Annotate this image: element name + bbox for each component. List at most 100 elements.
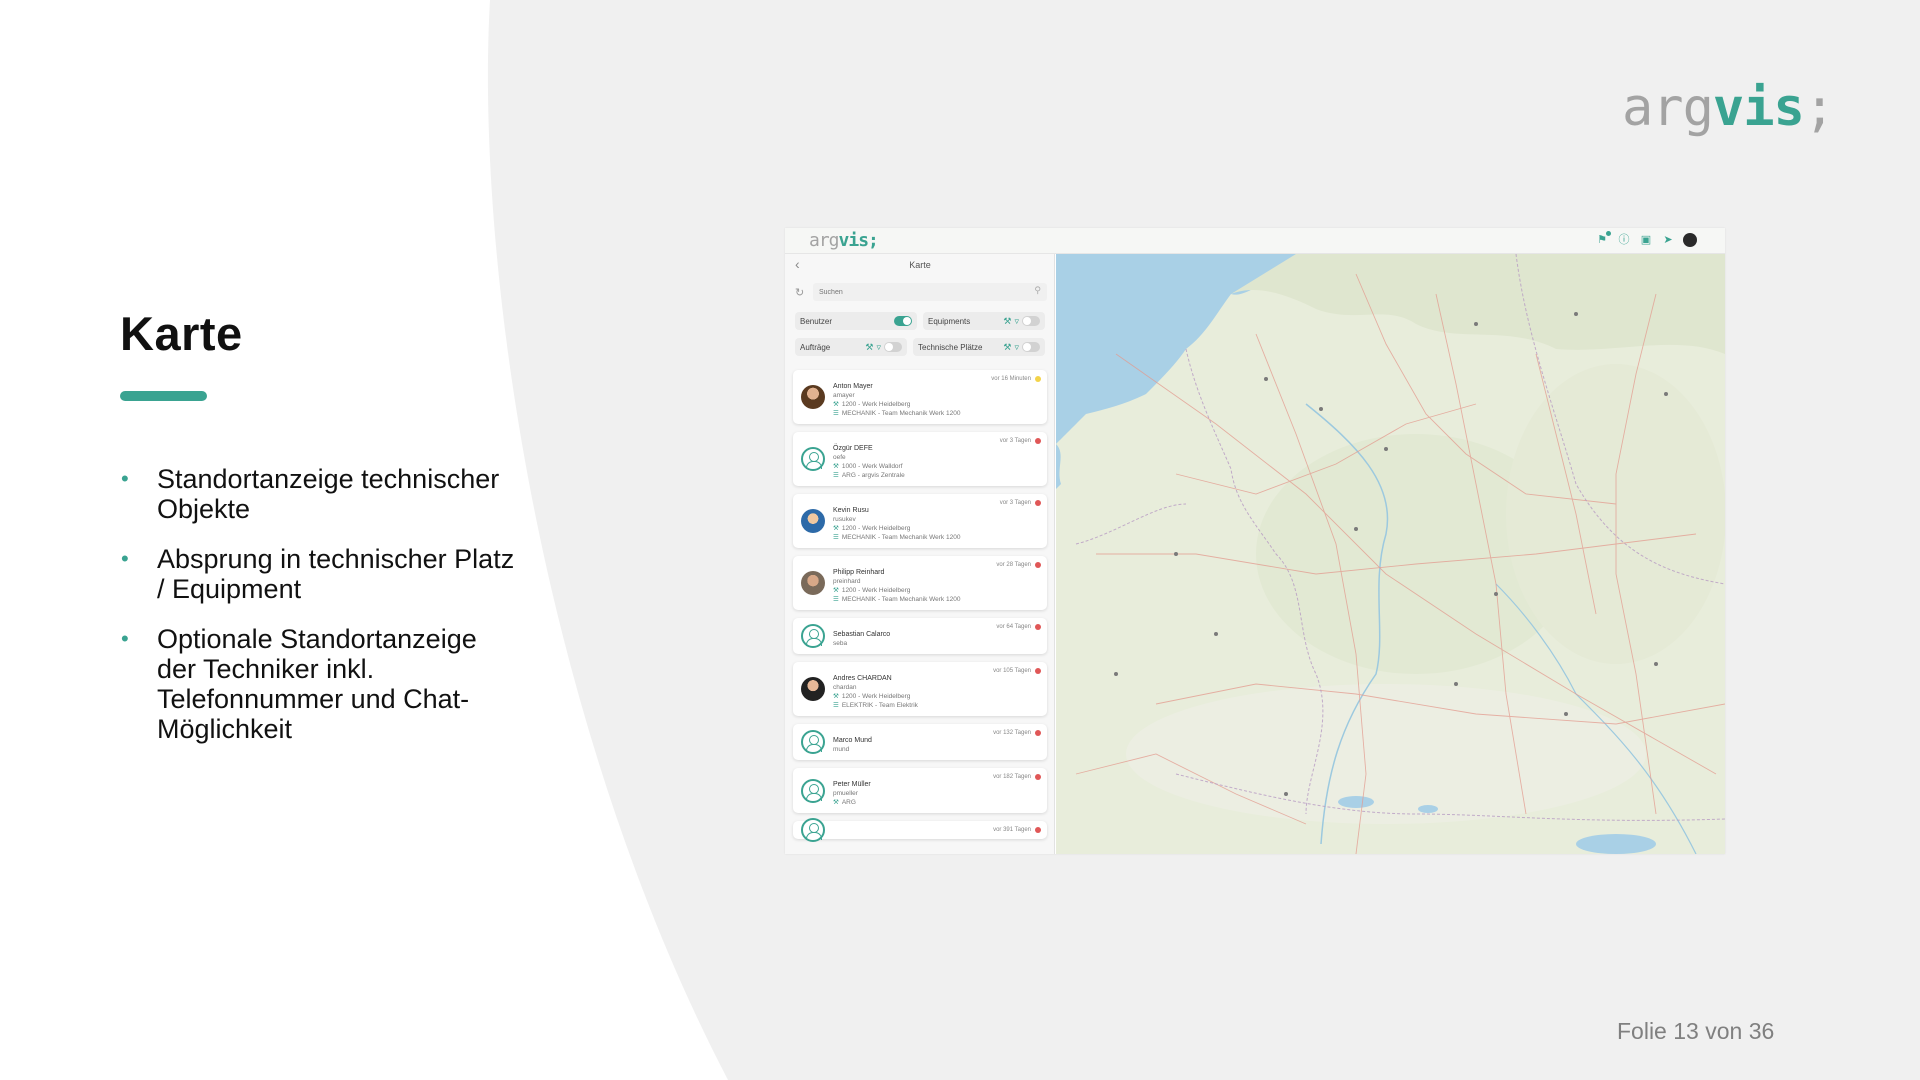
bullet-dot-icon: • <box>121 466 129 491</box>
status-dot <box>1035 774 1041 780</box>
filter-icon: ▿ <box>1014 341 1019 352</box>
status-dot <box>1035 668 1041 674</box>
last-seen: vor 105 Tagen <box>993 668 1031 674</box>
status-dot <box>1035 438 1041 444</box>
team-icon: ☰ <box>833 702 839 709</box>
toggle-switch[interactable] <box>894 316 912 326</box>
avatar <box>801 778 825 803</box>
last-seen: vor 64 Tagen <box>996 624 1031 630</box>
status-dot <box>1035 562 1041 568</box>
last-seen: vor 182 Tagen <box>993 774 1031 780</box>
status-dot <box>1035 624 1041 630</box>
toggle-switch[interactable] <box>884 342 902 352</box>
status-dot <box>1035 827 1041 833</box>
bullet-dot-icon: • <box>121 546 129 571</box>
avatar <box>801 571 825 595</box>
toggle-row-1: Benutzer Equipments ⚒ ▿ <box>795 312 1045 330</box>
user-plant: 1200 - Werk Heidelberg <box>841 401 911 408</box>
user-plant: 1000 - Werk Walldorf <box>841 463 903 470</box>
bell-icon[interactable]: ⚑ <box>1595 231 1611 247</box>
status-dot <box>1035 500 1041 506</box>
help-icon[interactable]: ⓘ <box>1617 233 1631 247</box>
wrench-icon: ⚒ <box>1003 341 1012 352</box>
plant-icon: ⚒ <box>833 463 839 470</box>
user-name: Marco Mund <box>833 737 872 744</box>
header-icons: ⚑ ⓘ ▣ ➤ <box>1595 231 1697 247</box>
user-list: vor 16 Minuten Anton Mayer amayer ⚒ 1200 - W… <box>793 370 1047 847</box>
user-avatar[interactable] <box>1683 233 1697 247</box>
map-sidebar: ‹ Karte ↻ ⚲ Benutzer Equipments ⚒▿ Auftr… <box>785 254 1055 854</box>
user-name: Peter Müller <box>833 781 871 788</box>
user-name: Anton Mayer <box>833 383 873 390</box>
status-dot <box>1035 376 1041 382</box>
wrench-icon: ⚒ <box>1003 315 1012 326</box>
team-icon: ☰ <box>833 472 839 479</box>
user-login: oefe <box>833 454 846 461</box>
refresh-icon[interactable]: ↻ <box>795 286 813 299</box>
user-login: pmueller <box>833 790 858 797</box>
toggle-switch[interactable] <box>1022 316 1040 326</box>
bullet-item: • Absprung in technischer Platz / Equipme… <box>121 544 515 604</box>
user-team: MECHANIK - Team Mechanik Werk 1200 <box>841 410 961 417</box>
user-name: Andres CHARDAN <box>833 675 892 682</box>
user-card[interactable]: vor 391 Tagen <box>793 818 1047 842</box>
search-bar: ↻ ⚲ <box>795 282 1047 302</box>
toggle-row-2: Aufträge ⚒ ▿ Technische Plätze ⚒ ▿ <box>795 338 1045 356</box>
user-team: ARG - argvis Zentrale <box>841 472 905 479</box>
map-view[interactable] <box>1056 254 1725 854</box>
user-card[interactable]: vor 3 Tagen Kevin Rusu rusukev ⚒ 1200 - Werk… <box>793 494 1047 548</box>
plant-icon: ⚒ <box>833 401 839 408</box>
user-card[interactable]: vor 64 Tagen Sebastian Calarco seba <box>793 618 1047 654</box>
user-card[interactable]: vor 28 Tagen Philipp Reinhard preinhard ⚒ 12… <box>793 556 1047 610</box>
last-seen: vor 3 Tagen <box>999 500 1031 506</box>
last-seen: vor 16 Minuten <box>991 376 1031 382</box>
notification-dot <box>1606 231 1611 236</box>
toggle-switch[interactable] <box>1022 342 1040 352</box>
avatar <box>801 624 825 648</box>
user-plant: 1200 - Werk Heidelberg <box>841 693 911 700</box>
wrench-icon: ⚒ <box>865 341 874 352</box>
send-icon[interactable]: ➤ <box>1661 233 1675 247</box>
slide-title: Karte <box>120 307 243 360</box>
user-team: ELEKTRIK - Team Elektrik <box>841 702 918 709</box>
plant-icon: ⚒ <box>833 587 839 594</box>
user-name: Özgür DEFE <box>833 445 873 452</box>
user-login: seba <box>833 640 848 647</box>
avatar <box>801 509 825 533</box>
user-card[interactable]: vor 16 Minuten Anton Mayer amayer ⚒ 1200 - W… <box>793 370 1047 424</box>
user-login: rusukev <box>833 516 856 523</box>
chat-icon[interactable]: ▣ <box>1639 233 1653 247</box>
user-plant: 1200 - Werk Heidelberg <box>841 525 911 532</box>
user-card[interactable]: vor 105 Tagen Andres CHARDAN chardan ⚒ 1200 … <box>793 662 1047 716</box>
user-card[interactable]: vor 182 Tagen Peter Müller pmueller ⚒ ARG <box>793 768 1047 813</box>
sidebar-title: Karte <box>909 260 931 270</box>
user-team: MECHANIK - Team Mechanik Werk 1200 <box>841 596 961 603</box>
user-team: MECHANIK - Team Mechanik Werk 1200 <box>841 534 961 541</box>
bullet-item: • Optionale Standortanzeige der Techniker… <box>121 624 477 744</box>
user-card[interactable]: vor 3 Tagen Özgür DEFE oefe ⚒ 1000 - Werk Wa… <box>793 432 1047 486</box>
toggle-benutzer[interactable]: Benutzer <box>795 312 917 330</box>
toggle-equipments[interactable]: Equipments ⚒ ▿ <box>923 312 1045 330</box>
bullet-dot-icon: • <box>121 626 129 651</box>
user-login: chardan <box>833 684 857 691</box>
last-seen: vor 391 Tagen <box>993 827 1031 833</box>
last-seen: vor 132 Tagen <box>993 730 1031 736</box>
user-name: Philipp Reinhard <box>833 569 885 576</box>
team-icon: ☰ <box>833 410 839 417</box>
plant-icon: ⚒ <box>833 693 839 700</box>
slide-number: Folie 13 von 36 <box>1617 1018 1775 1044</box>
user-login: mund <box>833 746 850 753</box>
avatar <box>801 730 825 754</box>
brand-logo: argvis; <box>1622 78 1835 138</box>
app-screenshot: argvis; ⚑ ⓘ ▣ ➤ ‹ Karte ↻ ⚲ Benutzer Equ… <box>785 228 1725 854</box>
avatar <box>801 677 825 701</box>
search-icon: ⚲ <box>1034 285 1041 295</box>
team-icon: ☰ <box>833 534 839 541</box>
user-card[interactable]: vor 132 Tagen Marco Mund mund <box>793 724 1047 760</box>
user-plant: 1200 - Werk Heidelberg <box>841 587 911 594</box>
toggle-technische-plaetze[interactable]: Technische Plätze ⚒ ▿ <box>913 338 1045 356</box>
toggle-auftraege[interactable]: Aufträge ⚒ ▿ <box>795 338 907 356</box>
search-input[interactable] <box>813 283 1047 301</box>
status-dot <box>1035 730 1041 736</box>
last-seen: vor 28 Tagen <box>996 562 1031 568</box>
